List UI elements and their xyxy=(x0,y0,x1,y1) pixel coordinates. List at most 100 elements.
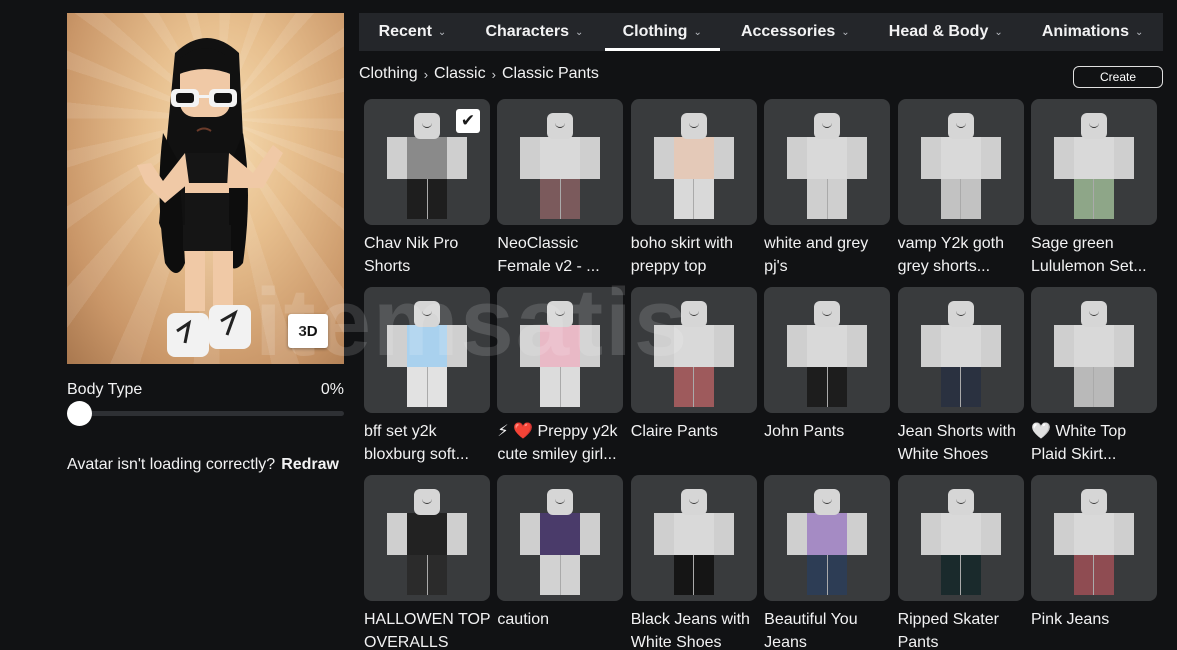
chevron-down-icon: ⌄ xyxy=(575,26,584,38)
chevron-down-icon: ⌄ xyxy=(994,26,1003,38)
item-name[interactable]: Chav Nik Pro Shorts xyxy=(364,232,494,278)
item-name[interactable]: NeoClassic Female v2 - ... xyxy=(497,232,627,278)
item-name[interactable]: Jean Shorts with White Shoes xyxy=(898,420,1028,466)
item-name[interactable]: boho skirt with preppy top xyxy=(631,232,761,278)
item-thumbnail[interactable] xyxy=(630,475,757,601)
body-type-value: 0% xyxy=(320,381,344,398)
item-name[interactable]: Sage green Lululemon Set... xyxy=(1031,232,1161,278)
item-name[interactable]: John Pants xyxy=(764,420,894,443)
item-name[interactable]: HALLOWEN TOP OVERALLS xyxy=(364,608,494,650)
item-card[interactable]: caution xyxy=(497,475,624,650)
item-name[interactable]: ⚡ ❤️ Preppy y2k cute smiley girl... xyxy=(497,420,627,466)
tab-characters[interactable]: Characters ⌄ xyxy=(477,13,591,51)
item-avatar-figure xyxy=(1052,489,1136,595)
tab-label: Recent xyxy=(378,23,432,40)
item-name[interactable]: Ripped Skater Pants xyxy=(898,608,1028,650)
item-avatar-figure xyxy=(518,489,602,595)
item-card[interactable]: boho skirt with preppy top xyxy=(630,99,757,287)
item-name[interactable]: caution xyxy=(497,608,627,631)
item-card[interactable]: bff set y2k bloxburg soft... xyxy=(364,287,490,475)
category-tabs: Recent ⌄ Characters ⌄ Clothing ⌄ Accessories ⌄ H… xyxy=(359,13,1163,51)
item-name[interactable]: vamp Y2k goth grey shorts... xyxy=(898,232,1028,278)
item-thumbnail[interactable] xyxy=(364,287,490,413)
item-card[interactable]: white and grey pj's xyxy=(764,99,891,287)
item-card[interactable]: ⚡ ❤️ Preppy y2k cute smiley girl... xyxy=(497,287,624,475)
item-thumbnail[interactable] xyxy=(764,99,891,225)
tab-accessories[interactable]: Accessories ⌄ xyxy=(733,13,858,51)
item-name[interactable]: bff set y2k bloxburg soft... xyxy=(364,420,494,466)
breadcrumb-item: Classic Pants xyxy=(501,65,599,82)
item-name[interactable]: white and grey pj's xyxy=(764,232,894,278)
item-thumbnail[interactable] xyxy=(1030,287,1157,413)
item-avatar-figure xyxy=(1052,113,1136,219)
item-avatar-figure xyxy=(518,113,602,219)
breadcrumb-item[interactable]: Classic xyxy=(434,65,486,83)
item-avatar-figure xyxy=(919,489,1003,595)
item-card[interactable]: Sage green Lululemon Set... xyxy=(1030,99,1157,287)
item-thumbnail[interactable] xyxy=(1030,99,1157,225)
chevron-right-icon: › xyxy=(423,66,429,82)
breadcrumb: Clothing › Classic › Classic Pants xyxy=(359,65,599,83)
tab-label: Characters xyxy=(485,23,570,40)
chevron-down-icon: ⌄ xyxy=(693,26,702,38)
item-thumbnail[interactable] xyxy=(364,475,490,601)
item-avatar-figure xyxy=(919,301,1003,407)
item-avatar-figure xyxy=(385,489,469,595)
item-card[interactable]: Beautiful You Jeans xyxy=(764,475,891,650)
tab-label: Accessories xyxy=(740,23,836,40)
item-thumbnail[interactable] xyxy=(764,287,891,413)
item-name[interactable]: 🤍 White Top Plaid Skirt... xyxy=(1031,420,1161,466)
view-3d-button[interactable]: 3D xyxy=(288,314,328,348)
slider-thumb[interactable] xyxy=(67,401,92,426)
item-thumbnail[interactable] xyxy=(1030,475,1157,601)
tab-head-body[interactable]: Head & Body ⌄ xyxy=(881,13,1011,51)
item-card[interactable]: Claire Pants xyxy=(630,287,757,475)
avatar-preview[interactable]: 3D xyxy=(67,13,344,364)
item-avatar-figure xyxy=(919,113,1003,219)
checkmark-icon[interactable]: ✔ xyxy=(456,109,480,133)
item-avatar-figure xyxy=(652,301,736,407)
item-card[interactable]: Ripped Skater Pants xyxy=(897,475,1024,650)
chevron-down-icon: ⌄ xyxy=(437,26,447,38)
item-grid: ✔ Chav Nik Pro Shorts NeoClassic Female v2… xyxy=(364,99,1157,650)
item-card[interactable]: ✔ Chav Nik Pro Shorts xyxy=(364,99,490,287)
item-thumbnail[interactable] xyxy=(630,99,757,225)
item-thumbnail[interactable] xyxy=(630,287,757,413)
redraw-row: Avatar isn't loading correctly? Redraw xyxy=(67,456,344,474)
body-type-row: Body Type 0% xyxy=(67,381,344,399)
item-thumbnail[interactable] xyxy=(497,99,624,225)
breadcrumb-item[interactable]: Clothing xyxy=(359,65,418,83)
item-card[interactable]: John Pants xyxy=(764,287,891,475)
tab-recent[interactable]: Recent ⌄ xyxy=(371,13,455,51)
item-thumbnail[interactable] xyxy=(497,475,624,601)
tab-clothing[interactable]: Clothing ⌄ xyxy=(604,13,721,51)
body-type-label: Body Type xyxy=(67,381,143,398)
item-card[interactable]: 🤍 White Top Plaid Skirt... xyxy=(1030,287,1157,475)
item-name[interactable]: Beautiful You Jeans xyxy=(764,608,894,650)
item-card[interactable]: HALLOWEN TOP OVERALLS xyxy=(364,475,490,650)
redraw-link[interactable]: Redraw xyxy=(281,456,339,474)
body-type-slider[interactable] xyxy=(67,401,344,426)
item-name[interactable]: Black Jeans with White Shoes xyxy=(631,608,761,650)
redraw-prompt: Avatar isn't loading correctly? xyxy=(67,456,276,473)
item-thumbnail[interactable]: ✔ xyxy=(364,99,490,225)
item-name[interactable]: Claire Pants xyxy=(631,420,761,443)
item-thumbnail[interactable] xyxy=(764,475,891,601)
item-card[interactable]: Jean Shorts with White Shoes xyxy=(897,287,1024,475)
item-thumbnail[interactable] xyxy=(497,287,624,413)
chevron-down-icon: ⌄ xyxy=(1134,26,1144,38)
item-avatar-figure xyxy=(652,113,736,219)
tab-animations[interactable]: Animations ⌄ xyxy=(1034,13,1152,51)
item-thumbnail[interactable] xyxy=(897,475,1024,601)
item-thumbnail[interactable] xyxy=(897,99,1024,225)
tab-label: Animations xyxy=(1041,23,1129,40)
avatar-figure xyxy=(137,38,283,357)
item-name[interactable]: Pink Jeans xyxy=(1031,608,1161,631)
item-card[interactable]: Pink Jeans xyxy=(1030,475,1157,650)
create-button[interactable]: Create xyxy=(1073,66,1163,88)
item-card[interactable]: Black Jeans with White Shoes xyxy=(630,475,757,650)
item-thumbnail[interactable] xyxy=(897,287,1024,413)
item-avatar-figure xyxy=(518,301,602,407)
item-card[interactable]: NeoClassic Female v2 - ... xyxy=(497,99,624,287)
item-card[interactable]: vamp Y2k goth grey shorts... xyxy=(897,99,1024,287)
